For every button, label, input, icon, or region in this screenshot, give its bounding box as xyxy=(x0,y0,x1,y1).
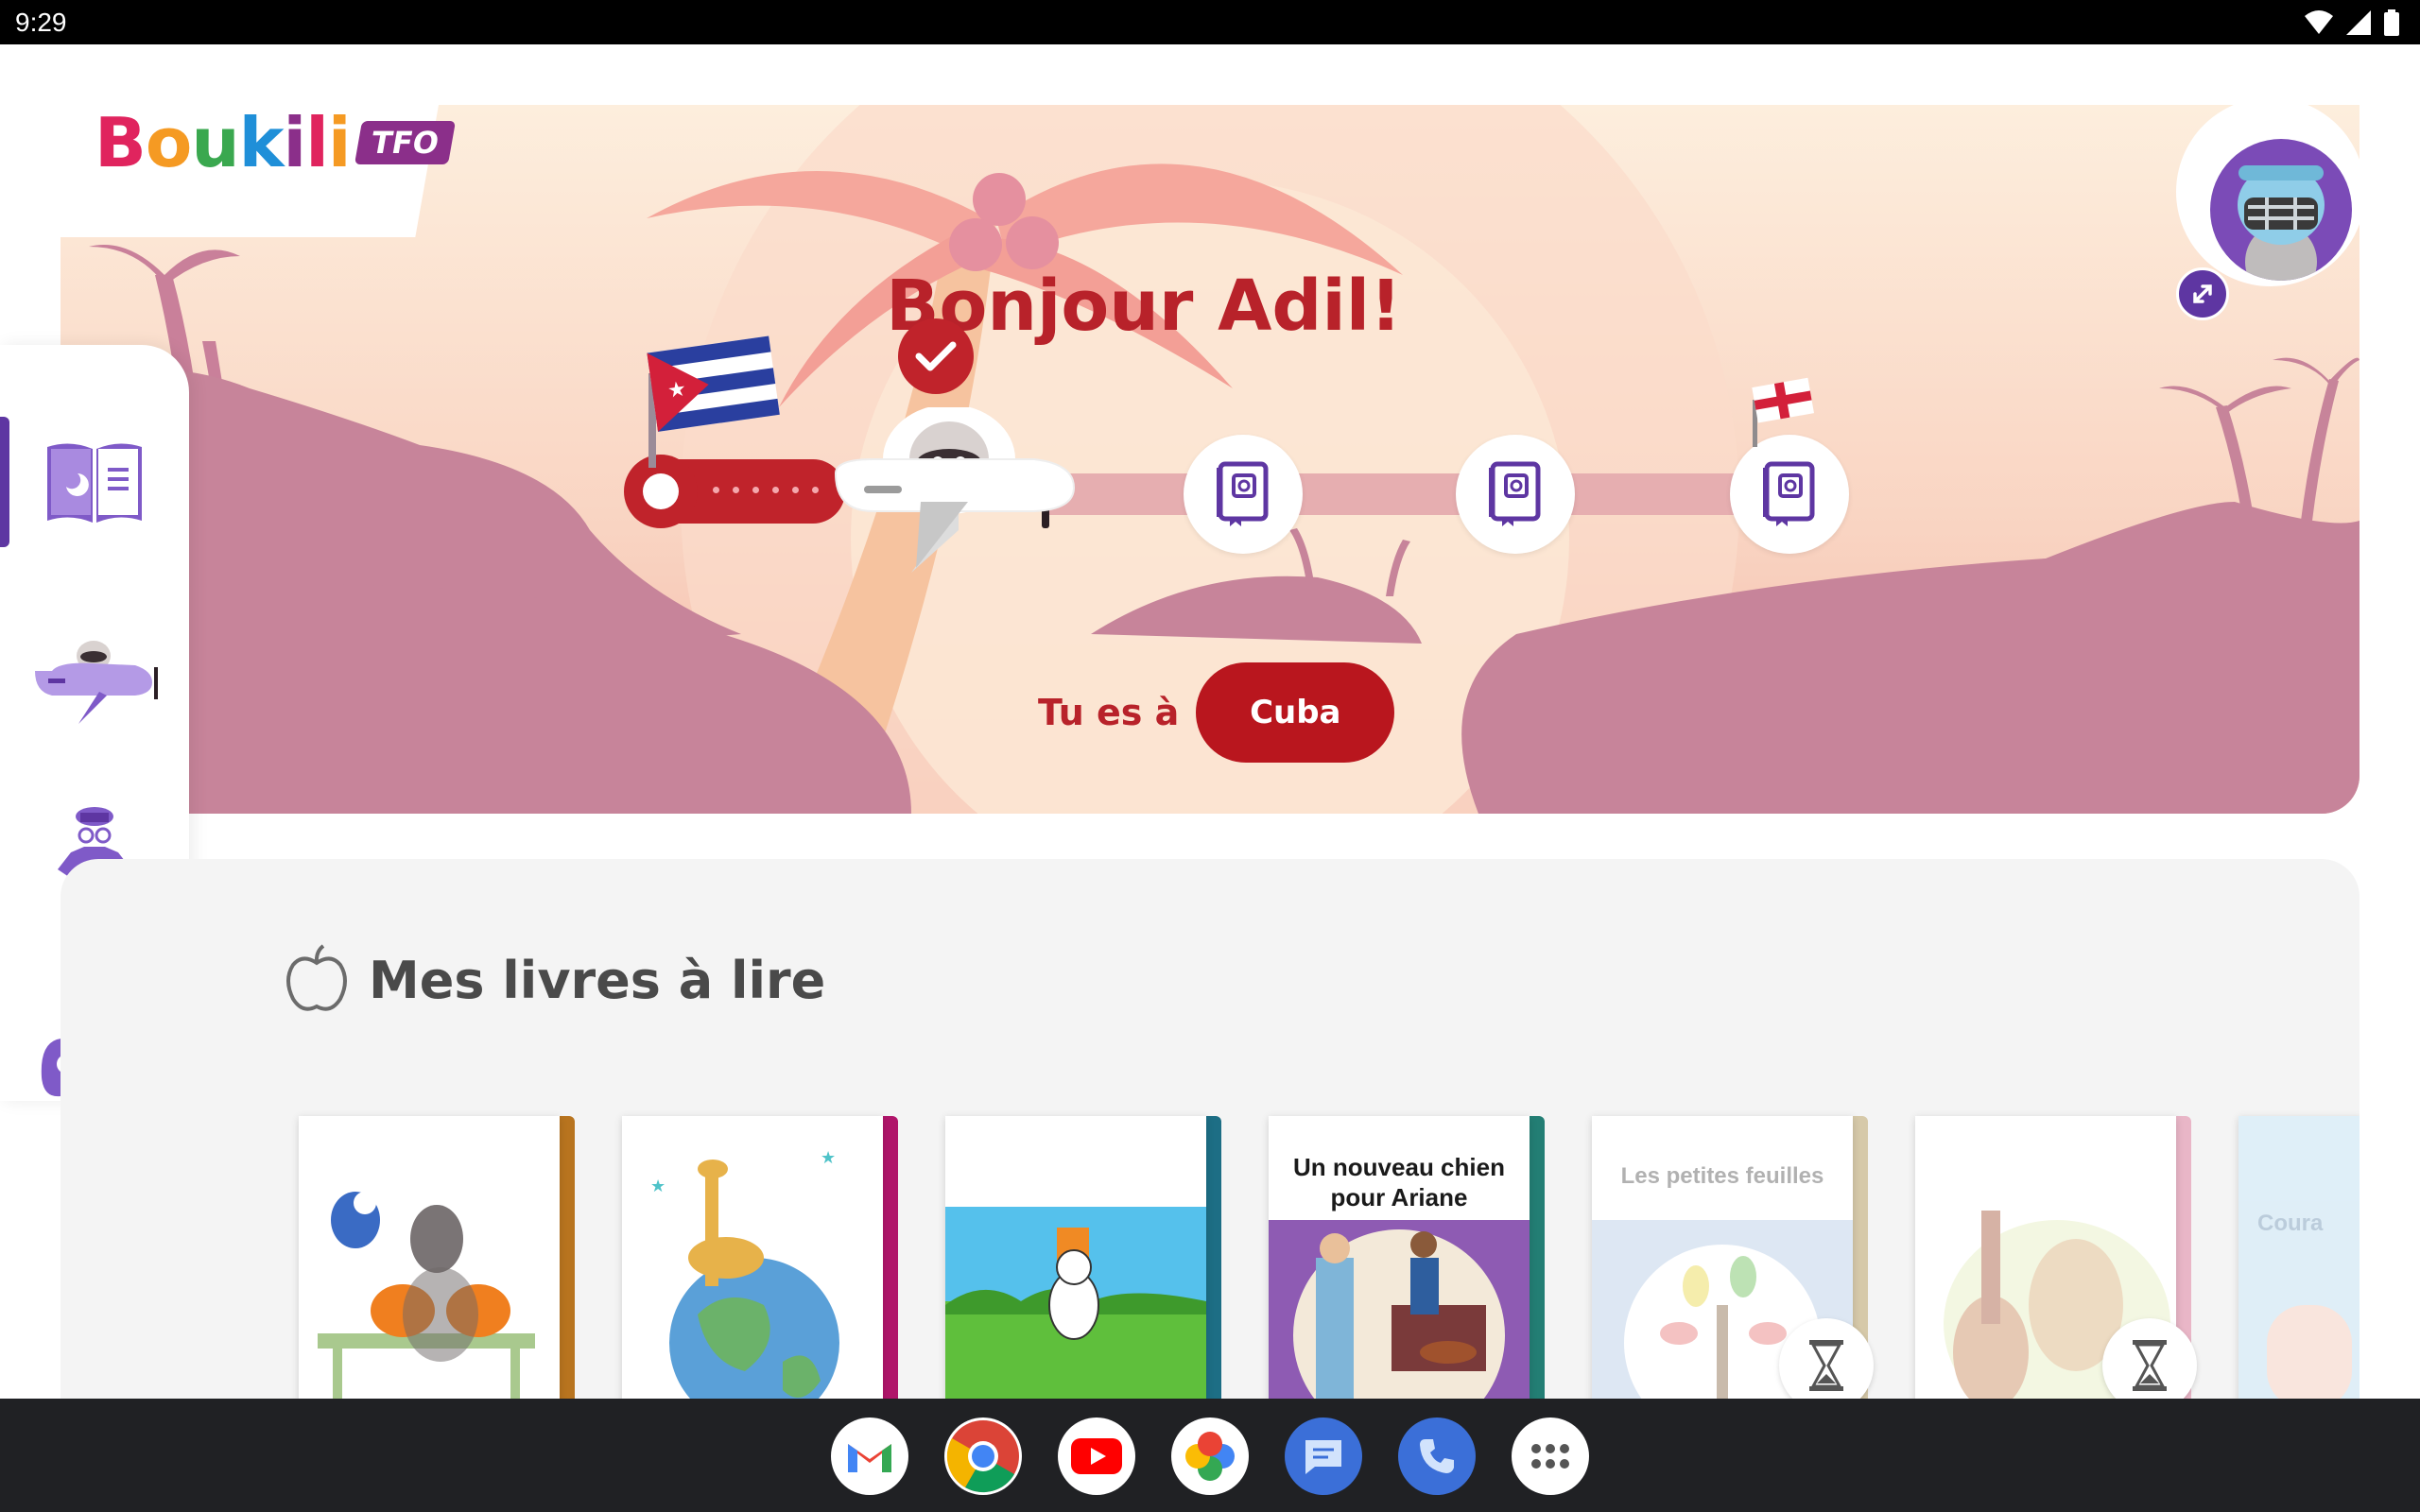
book-cover xyxy=(299,1116,560,1399)
book-spine xyxy=(1530,1116,1545,1399)
check-icon xyxy=(915,341,957,371)
book-card[interactable] xyxy=(299,1116,575,1399)
gmail-icon xyxy=(848,1444,891,1472)
journey-stage-3[interactable] xyxy=(1730,435,1849,554)
book-spine xyxy=(883,1116,898,1399)
cell-signal-icon xyxy=(2346,10,2371,35)
profile-avatar-container[interactable] xyxy=(2176,97,2365,320)
journey-stage-1[interactable] xyxy=(1184,435,1303,554)
status-time: 9:29 xyxy=(15,8,67,37)
app-root: Bonjour Adil! ★ Tu es à Cuba Boukili TFO… xyxy=(0,44,2420,1399)
raccoon-helmet-avatar-icon xyxy=(2238,165,2325,281)
location-cuba-button[interactable]: Cuba xyxy=(1196,662,1395,763)
chrome-icon xyxy=(946,1420,1019,1493)
plane-icon xyxy=(35,641,158,724)
book-spine xyxy=(1206,1116,1221,1399)
book-cover xyxy=(945,1116,1206,1399)
cuba-flag-icon: ★ xyxy=(647,335,780,468)
hero-banner: Bonjour Adil! ★ Tu es à Cuba xyxy=(60,105,2360,814)
book-card-locked[interactable]: Coura xyxy=(2238,1116,2360,1399)
book-spine xyxy=(560,1116,575,1399)
tfo-badge: TFO xyxy=(354,121,456,164)
wifi-icon xyxy=(2305,10,2333,34)
swap-arrows-icon xyxy=(2193,284,2212,303)
hourglass-icon xyxy=(1809,1340,1843,1391)
books-carousel: ★ ★ ★ xyxy=(299,1116,2360,1399)
giraffe-globe-illustration: ★ ★ ★ xyxy=(650,1148,839,1399)
status-icons xyxy=(2305,9,2399,37)
phone-icon xyxy=(1420,1439,1454,1473)
family-dog-illustration xyxy=(1269,1220,1530,1399)
book-card-locked[interactable] xyxy=(1915,1116,2197,1399)
logo-letter: i xyxy=(283,103,307,182)
logo-wordmark: Boukili xyxy=(95,103,352,182)
logo-letter: u xyxy=(191,103,239,182)
gmail-app-button[interactable] xyxy=(831,1418,908,1495)
messages-app-button[interactable] xyxy=(1285,1418,1362,1495)
system-taskbar xyxy=(0,1399,2420,1512)
books-title-row: Mes livres à lire xyxy=(284,944,825,1016)
messages-icon xyxy=(1305,1440,1341,1474)
book-cover: Coura xyxy=(2238,1116,2360,1399)
nav-item-travel[interactable] xyxy=(0,600,189,761)
books-section-title: Mes livres à lire xyxy=(369,950,826,1010)
book-card[interactable] xyxy=(945,1116,1221,1399)
hourglass-icon xyxy=(2133,1340,2167,1391)
current-location-row: Tu es à Cuba xyxy=(1038,662,1395,763)
journey-track-remaining xyxy=(1044,473,1781,515)
youtube-app-button[interactable] xyxy=(1058,1418,1135,1495)
birds-pumpkins-illustration xyxy=(318,1192,535,1399)
boukili-logo: Boukili TFO xyxy=(95,103,456,182)
book-cover-title: Coura xyxy=(2257,1211,2324,1236)
england-flag-icon xyxy=(1752,377,1814,447)
book-card-locked[interactable]: Les petites feuilles xyxy=(1592,1116,1874,1399)
completed-check-badge xyxy=(898,318,974,394)
switch-profile-button[interactable] xyxy=(2176,267,2229,320)
logo-letter: l xyxy=(305,103,329,182)
faded-cover: Coura xyxy=(2238,1116,2360,1399)
photos-icon xyxy=(1185,1432,1235,1481)
logo-letter: o xyxy=(145,103,192,182)
nav-item-books[interactable] xyxy=(0,402,189,562)
svg-text:★: ★ xyxy=(650,1177,666,1196)
book-cover: ★ ★ ★ xyxy=(622,1116,883,1399)
app-drawer-button[interactable] xyxy=(1512,1418,1589,1495)
app-drawer-icon xyxy=(1531,1444,1569,1469)
passport-book-icon xyxy=(1217,461,1269,526)
youtube-icon xyxy=(1071,1438,1122,1474)
svg-text:★: ★ xyxy=(821,1148,836,1168)
dog-field-illustration xyxy=(945,1207,1206,1399)
logo-letter: k xyxy=(238,103,285,182)
system-status-bar: 9:29 xyxy=(0,0,2420,44)
passport-book-icon xyxy=(1763,461,1815,526)
raccoon-plane-icon xyxy=(834,407,1076,573)
cover-figure xyxy=(2267,1305,2352,1399)
book-icon xyxy=(47,443,142,523)
book-card[interactable]: Un nouveau chien pour Ariane xyxy=(1269,1116,1545,1399)
passport-book-icon xyxy=(1489,461,1541,526)
books-to-read-panel: Mes livres à lire ★ ★ Un nouveau chien p… xyxy=(60,859,2360,1399)
logo-letter: i xyxy=(327,103,352,182)
phone-app-button[interactable] xyxy=(1398,1418,1476,1495)
journey-track-dots xyxy=(713,487,819,493)
book-card[interactable]: ★ ★ ★ xyxy=(622,1116,898,1399)
book-cover: Un nouveau chien pour Ariane xyxy=(1269,1116,1530,1399)
battery-icon xyxy=(2384,9,2399,36)
photos-app-button[interactable] xyxy=(1171,1418,1249,1495)
location-label: Tu es à xyxy=(1038,692,1180,733)
greeting-title: Bonjour Adil! xyxy=(886,266,1402,347)
svg-text:★: ★ xyxy=(666,377,688,404)
avatar[interactable] xyxy=(2210,139,2352,281)
logo-letter: B xyxy=(95,103,147,182)
chrome-app-button[interactable] xyxy=(944,1418,1022,1495)
apple-icon xyxy=(286,944,347,1011)
journey-stage-2[interactable] xyxy=(1456,435,1575,554)
